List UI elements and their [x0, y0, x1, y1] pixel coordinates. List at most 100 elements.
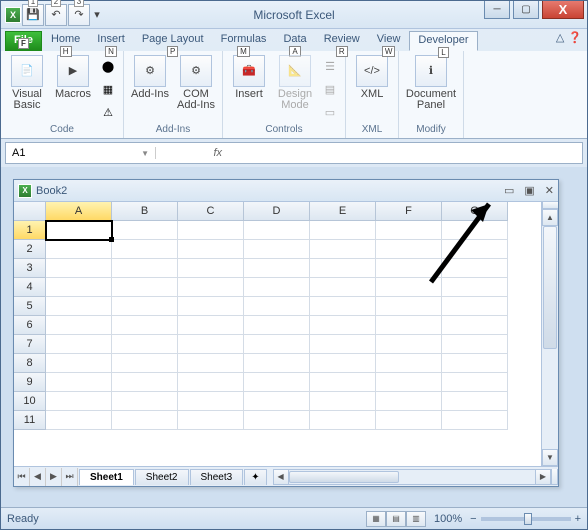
cell[interactable] — [310, 240, 376, 259]
cell[interactable] — [112, 221, 178, 240]
cell[interactable] — [46, 316, 112, 335]
scroll-down-icon[interactable]: ▼ — [542, 449, 558, 466]
cell[interactable] — [376, 259, 442, 278]
record-macro-icon[interactable]: ⬤ — [97, 55, 119, 77]
next-sheet-button[interactable]: ▶ — [46, 468, 62, 486]
page-break-button[interactable]: ▥ — [406, 511, 426, 527]
row-header[interactable]: 10 — [14, 392, 46, 411]
col-header[interactable]: D — [244, 202, 310, 221]
design-mode-button[interactable]: 📐Design Mode — [273, 53, 317, 111]
macros-button[interactable]: ▶Macros — [51, 53, 95, 100]
col-header[interactable]: E — [310, 202, 376, 221]
qat-save[interactable]: 1💾 — [22, 4, 44, 26]
zoom-in-button[interactable]: + — [575, 513, 581, 525]
name-box[interactable]: A1▼ — [6, 147, 156, 159]
cell[interactable] — [112, 240, 178, 259]
row-header[interactable]: 3 — [14, 259, 46, 278]
cell[interactable] — [112, 259, 178, 278]
cell[interactable] — [178, 316, 244, 335]
cell[interactable] — [442, 240, 508, 259]
cell[interactable] — [244, 373, 310, 392]
book-close-icon[interactable]: ✕ — [545, 184, 554, 197]
sheet-tab-2[interactable]: Sheet2 — [135, 469, 189, 485]
hscroll-track[interactable] — [289, 469, 535, 485]
select-all-corner[interactable] — [14, 202, 46, 221]
cell[interactable] — [178, 221, 244, 240]
cell[interactable] — [178, 335, 244, 354]
cell[interactable] — [310, 411, 376, 430]
tab-view[interactable]: ViewW — [369, 31, 409, 51]
book-minimize-icon[interactable]: ▭ — [504, 184, 514, 197]
row-header[interactable]: 8 — [14, 354, 46, 373]
com-addins-button[interactable]: ⚙COM Add-Ins — [174, 53, 218, 111]
qat-undo[interactable]: 2↶ — [45, 4, 67, 26]
cell[interactable] — [442, 221, 508, 240]
cell[interactable] — [244, 259, 310, 278]
cell[interactable] — [178, 354, 244, 373]
cell[interactable] — [46, 221, 112, 240]
cell[interactable] — [376, 221, 442, 240]
split-box-top[interactable] — [542, 202, 558, 209]
row-header[interactable]: 7 — [14, 335, 46, 354]
sheet-tab-1[interactable]: Sheet1 — [79, 469, 134, 485]
cell[interactable] — [310, 373, 376, 392]
cell[interactable] — [310, 392, 376, 411]
cell[interactable] — [244, 316, 310, 335]
cell[interactable] — [310, 278, 376, 297]
zoom-thumb[interactable] — [524, 513, 532, 525]
cell[interactable] — [376, 354, 442, 373]
cell[interactable] — [310, 297, 376, 316]
cell[interactable] — [442, 278, 508, 297]
tab-review[interactable]: ReviewR — [316, 31, 368, 51]
qat-redo[interactable]: 3↷ — [68, 4, 90, 26]
col-header[interactable]: B — [112, 202, 178, 221]
cell[interactable] — [178, 259, 244, 278]
cell[interactable] — [178, 297, 244, 316]
cell[interactable] — [112, 278, 178, 297]
maximize-button[interactable]: ▢ — [513, 1, 539, 19]
help-icon[interactable]: ❓ — [568, 31, 582, 44]
cell[interactable] — [244, 278, 310, 297]
insert-control-button[interactable]: 🧰Insert — [227, 53, 271, 100]
visual-basic-button[interactable]: 📄Visual Basic — [5, 53, 49, 111]
cell[interactable] — [112, 354, 178, 373]
book-titlebar[interactable]: XBook2 ▭ ▣ ✕ — [14, 180, 558, 202]
cell[interactable] — [46, 411, 112, 430]
scroll-left-icon[interactable]: ◀ — [273, 469, 289, 485]
cell[interactable] — [46, 297, 112, 316]
cell[interactable] — [376, 316, 442, 335]
cell[interactable] — [46, 335, 112, 354]
xml-button[interactable]: </>XML — [350, 53, 394, 100]
col-header[interactable]: A — [46, 202, 112, 221]
cell[interactable] — [376, 278, 442, 297]
addins-button[interactable]: ⚙Add-Ins — [128, 53, 172, 100]
document-panel-button[interactable]: ℹDocument Panel — [403, 53, 459, 111]
cell[interactable] — [46, 240, 112, 259]
sheet-tab-3[interactable]: Sheet3 — [190, 469, 244, 485]
normal-view-button[interactable]: ▦ — [366, 511, 386, 527]
cell[interactable] — [46, 278, 112, 297]
vscroll-thumb[interactable] — [543, 226, 557, 349]
scroll-up-icon[interactable]: ▲ — [542, 209, 558, 226]
col-header[interactable]: F — [376, 202, 442, 221]
tab-home[interactable]: HomeH — [43, 31, 88, 51]
tab-page-layout[interactable]: Page LayoutP — [134, 31, 212, 51]
cell[interactable] — [376, 335, 442, 354]
first-sheet-button[interactable]: ⏮ — [14, 468, 30, 486]
cell[interactable] — [442, 411, 508, 430]
row-header[interactable]: 6 — [14, 316, 46, 335]
cell[interactable] — [310, 316, 376, 335]
cell[interactable] — [442, 392, 508, 411]
cell[interactable] — [178, 240, 244, 259]
cell[interactable] — [112, 335, 178, 354]
cell[interactable] — [442, 373, 508, 392]
qat-customize[interactable]: ▾ — [91, 4, 103, 26]
tab-file[interactable]: File F — [5, 31, 42, 51]
cell[interactable] — [244, 392, 310, 411]
new-sheet-button[interactable]: ✦ — [244, 469, 266, 485]
cell[interactable] — [46, 354, 112, 373]
cell[interactable] — [244, 221, 310, 240]
cell-grid[interactable]: ABCDEFG1234567891011 — [14, 202, 541, 466]
cell[interactable] — [244, 240, 310, 259]
cell[interactable] — [178, 373, 244, 392]
